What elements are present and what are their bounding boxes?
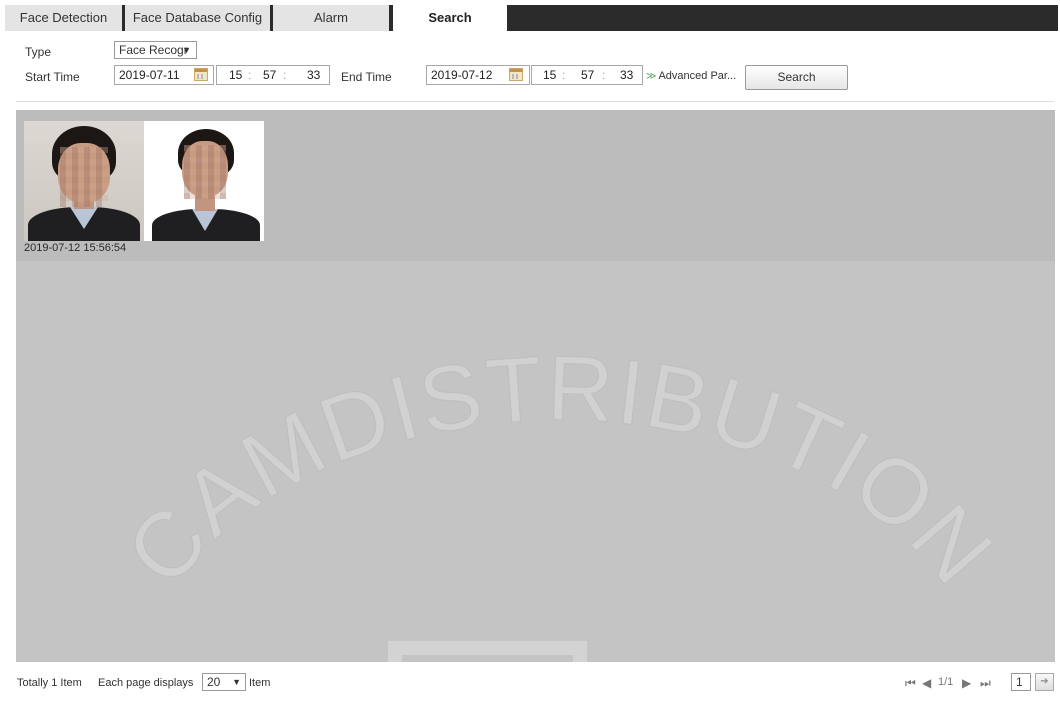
chevron-down-icon: ▼	[182, 45, 191, 55]
page-size-value: 20	[207, 675, 221, 689]
time-separator: :	[602, 68, 606, 82]
tab-face-database-config[interactable]: Face Database Config	[125, 5, 270, 31]
divider	[16, 101, 1054, 102]
end-second[interactable]: 33	[620, 66, 633, 84]
advanced-params-label: Advanced Par...	[658, 70, 737, 82]
chevron-down-icon: ▼	[232, 677, 241, 687]
prev-page-icon[interactable]: ◀	[922, 676, 931, 690]
start-hour[interactable]: 15	[229, 66, 242, 84]
type-select[interactable]: Face Recogr ▼	[114, 41, 197, 59]
type-label: Type	[25, 45, 52, 59]
start-minute[interactable]: 57	[263, 66, 276, 84]
page-indicator: 1/1	[938, 676, 954, 688]
result-time: 2019-07-12 15:56:54	[24, 242, 127, 254]
start-date-value: 2019-07-11	[119, 68, 180, 82]
first-page-icon[interactable]: ⏮	[905, 676, 916, 691]
page-number-input[interactable]: 1	[1011, 673, 1031, 691]
tab-alarm[interactable]: Alarm	[273, 5, 389, 31]
tab-search[interactable]: Search	[393, 5, 507, 31]
start-second[interactable]: 33	[307, 66, 320, 84]
double-chevron-down-icon: ≫	[646, 71, 657, 82]
total-count: Totally 1 Item	[17, 677, 82, 689]
end-date-value: 2019-07-12	[431, 68, 493, 82]
end-time-label: End Time	[341, 70, 392, 84]
result-row: 2019-07-12 15:56:54	[16, 110, 1055, 261]
page-number-value: 1	[1016, 675, 1023, 689]
search-button[interactable]: Search	[745, 65, 848, 90]
search-results-panel: 2019-07-12 15:56:54	[16, 110, 1055, 662]
time-separator: :	[248, 68, 252, 82]
item-label: Item	[249, 677, 271, 689]
end-calendar-icon[interactable]	[509, 68, 523, 81]
start-time-label: Start Time	[25, 70, 80, 84]
time-separator: :	[562, 68, 566, 82]
registered-face-image[interactable]	[144, 121, 264, 241]
start-time-input[interactable]: 15 : 57 : 33	[216, 65, 330, 85]
time-separator: :	[283, 68, 287, 82]
tab-face-detection[interactable]: Face Detection	[5, 5, 122, 31]
go-page-button[interactable]: ➔	[1035, 673, 1054, 691]
end-hour[interactable]: 15	[543, 66, 556, 84]
last-page-icon[interactable]: ⏭	[980, 676, 991, 691]
start-calendar-icon[interactable]	[194, 68, 208, 81]
end-time-input[interactable]: 15 : 57 : 33	[531, 65, 643, 85]
advanced-params-toggle[interactable]: ≫ Advanced Par...	[646, 70, 736, 82]
end-minute[interactable]: 57	[581, 66, 594, 84]
result-card[interactable]: 2019-07-12 15:56:54	[24, 121, 266, 257]
page-size-label: Each page displays	[98, 677, 194, 689]
next-page-icon[interactable]: ▶	[962, 676, 971, 690]
tab-bar: Face Detection Face Database Config Alar…	[5, 5, 1058, 31]
page-size-select[interactable]: 20 ▼	[202, 673, 246, 691]
type-select-value: Face Recogr	[119, 43, 188, 57]
snapshot-image[interactable]	[24, 121, 144, 241]
arrow-right-icon: ➔	[1040, 676, 1049, 687]
